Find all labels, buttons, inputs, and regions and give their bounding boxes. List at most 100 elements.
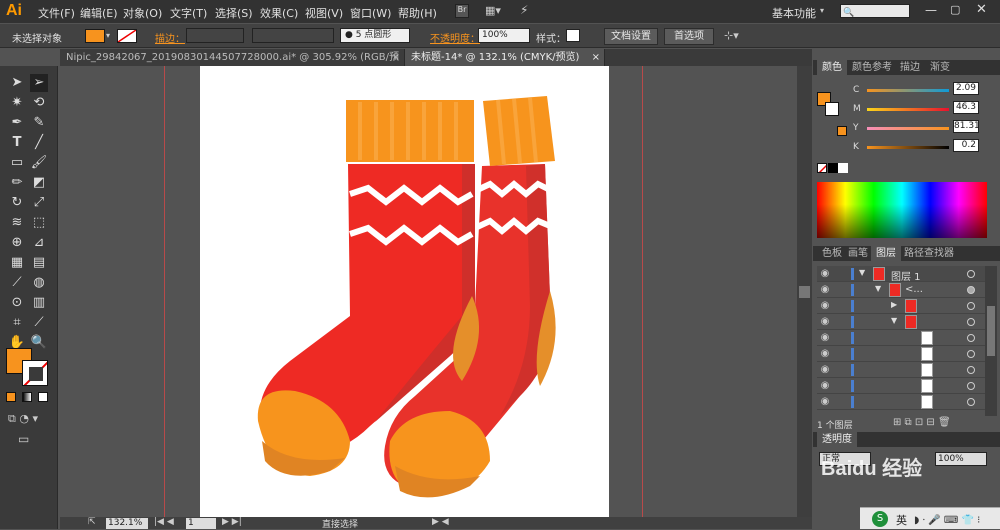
out-of-gamut-swatch[interactable] (837, 126, 847, 136)
zoom-tool-icon[interactable]: 🔍 (30, 334, 48, 352)
channel-y-slider[interactable] (867, 127, 949, 130)
pencil-icon[interactable]: ✏ (8, 174, 26, 192)
workspace-switcher[interactable]: 基本功能 (772, 5, 816, 21)
rectangle-tool-icon[interactable]: ▭ (8, 154, 26, 172)
channel-m-slider[interactable] (867, 108, 949, 111)
curvature-tool-icon[interactable]: ✎ (30, 114, 48, 132)
target-icon[interactable] (967, 398, 975, 406)
scale-tool-icon[interactable]: ⤢ (30, 194, 48, 212)
channel-c-slider[interactable] (867, 89, 949, 92)
artboard-tool-icon[interactable]: ⌗ (8, 314, 26, 332)
tray-icons[interactable]: ◗ ⸱ 🎤 ⌨ 👕 ⁝ (914, 512, 980, 526)
target-icon[interactable] (967, 334, 975, 342)
expand-icon[interactable]: ▼ (875, 284, 881, 293)
document-setup-button[interactable]: 文档设置 (604, 28, 658, 45)
rotate-tool-icon[interactable]: ↻ (8, 194, 26, 212)
layer-row[interactable]: ◉ (817, 330, 997, 346)
pen-tool-icon[interactable]: ✒ (8, 114, 26, 132)
selection-tool-icon[interactable]: ➤ (8, 74, 26, 92)
target-icon[interactable] (967, 270, 975, 278)
page-nav-icons[interactable]: |◀ ◀ (154, 517, 174, 527)
screen-mode-icon[interactable]: ▭ (18, 432, 29, 446)
symbol-sprayer-icon[interactable]: ⊙ (8, 294, 26, 312)
collapse-icon[interactable]: ▶ (891, 300, 897, 309)
draw-mode-icon[interactable]: ⧉ ◔ ▾ (8, 412, 38, 426)
tab-layers[interactable]: 图层 (871, 246, 901, 261)
target-icon[interactable] (967, 366, 975, 374)
page-next-icons[interactable]: ▶ ▶| (222, 517, 242, 527)
paintbrush-icon[interactable]: 🖌 (30, 154, 48, 172)
fill-swatch[interactable] (85, 29, 105, 43)
shape-builder-icon[interactable]: ⊕ (8, 234, 26, 252)
magic-wand-icon[interactable]: ✷ (8, 94, 26, 112)
menu-type[interactable]: 文字(T) (170, 5, 207, 21)
target-icon[interactable] (967, 286, 975, 294)
vertical-scrollbar[interactable] (797, 66, 812, 518)
preferences-button[interactable]: 首选项 (664, 28, 714, 45)
opacity-field[interactable]: 100% (478, 28, 530, 43)
group-name[interactable]: <... (905, 284, 923, 295)
free-transform-icon[interactable]: ⬚ (30, 214, 48, 232)
tab-gradient[interactable]: 渐变 (925, 60, 955, 75)
ime-language[interactable]: 英 (896, 512, 907, 528)
layer-row[interactable]: ◉ ▶ (817, 298, 997, 314)
target-icon[interactable] (967, 302, 975, 310)
tab-nipic-document[interactable]: Nipic_29842067_20190830144507728000.ai* … (60, 49, 405, 80)
layer-row[interactable]: ◉ ▼ (817, 314, 997, 330)
variable-width-profile[interactable] (252, 28, 334, 43)
tab-untitled-14[interactable]: 未标题-14* @ 132.1% (CMYK/预览) × (405, 49, 605, 66)
slice-tool-icon[interactable]: ⟋ (30, 314, 48, 332)
menu-file[interactable]: 文件(F) (38, 5, 75, 21)
color-spectrum[interactable] (817, 182, 987, 238)
type-tool-icon[interactable]: T (8, 134, 26, 152)
target-icon[interactable] (967, 318, 975, 326)
stroke-swatch[interactable] (117, 29, 137, 43)
bridge-icon[interactable]: Br (455, 4, 469, 18)
channel-k-slider[interactable] (867, 146, 949, 149)
opacity-label[interactable]: 不透明度： (430, 30, 480, 45)
tab-color-guide[interactable]: 颜色参考 (847, 60, 897, 75)
eye-icon[interactable]: ◉ (817, 314, 833, 330)
maximize-icon[interactable]: ▢ (950, 3, 960, 16)
menu-edit[interactable]: 编辑(E) (80, 5, 118, 21)
tab-pathfinder[interactable]: 路径查找器 (899, 246, 959, 261)
panel-stroke-swatch[interactable] (825, 102, 839, 116)
arrange-documents-icon[interactable]: ▦▾ (485, 4, 505, 18)
eye-icon[interactable]: ◉ (817, 282, 833, 298)
isolate-icon[interactable]: ⊹▾ (724, 29, 739, 42)
direct-selection-tool-icon[interactable]: ➢ (30, 74, 48, 92)
channel-m-value[interactable]: 46.3 (953, 101, 979, 114)
gpu-performance-icon[interactable]: ⚡ (520, 3, 528, 17)
menu-view[interactable]: 视图(V) (305, 5, 343, 21)
warp-tool-icon[interactable]: ≋ (8, 214, 26, 232)
channel-c-value[interactable]: 2.09 (953, 82, 979, 95)
layer-row[interactable]: ◉ (817, 378, 997, 394)
layer-row[interactable]: ◉ (817, 394, 997, 410)
eye-icon[interactable]: ◉ (817, 378, 833, 394)
workspace-chevron-icon[interactable]: ▾ (820, 6, 824, 15)
page-field[interactable]: 1 (186, 518, 216, 529)
lasso-icon[interactable]: ⟲ (30, 94, 48, 112)
none-mode-icon[interactable] (38, 392, 48, 402)
close-icon[interactable]: ✕ (976, 2, 987, 17)
layer-name[interactable]: 图层 1 (891, 268, 921, 283)
layer-row[interactable]: ◉ ▼ <... (817, 282, 997, 298)
perspective-grid-icon[interactable]: ⊿ (30, 234, 48, 252)
channel-k-value[interactable]: 0.2 (953, 139, 979, 152)
sogou-ime-icon[interactable]: S (872, 511, 888, 527)
menu-window[interactable]: 窗口(W) (350, 5, 391, 21)
minimize-icon[interactable]: — (925, 3, 937, 17)
eye-icon[interactable]: ◉ (817, 266, 833, 282)
zoom-field[interactable]: 132.1% (106, 518, 148, 529)
eyedropper-icon[interactable]: ⟋ (8, 274, 26, 292)
eye-icon[interactable]: ◉ (817, 346, 833, 362)
layers-scrollbar[interactable] (985, 266, 997, 416)
fill-chevron-icon[interactable]: ▾ (106, 31, 110, 40)
tab-close-icon[interactable]: × (392, 49, 400, 66)
stroke-label[interactable]: 描边： (155, 30, 185, 45)
tab-transparency[interactable]: 透明度 (817, 432, 857, 447)
target-icon[interactable] (967, 382, 975, 390)
target-icon[interactable] (967, 350, 975, 358)
line-tool-icon[interactable]: ╱ (30, 134, 48, 152)
black-swatch[interactable] (828, 163, 838, 173)
